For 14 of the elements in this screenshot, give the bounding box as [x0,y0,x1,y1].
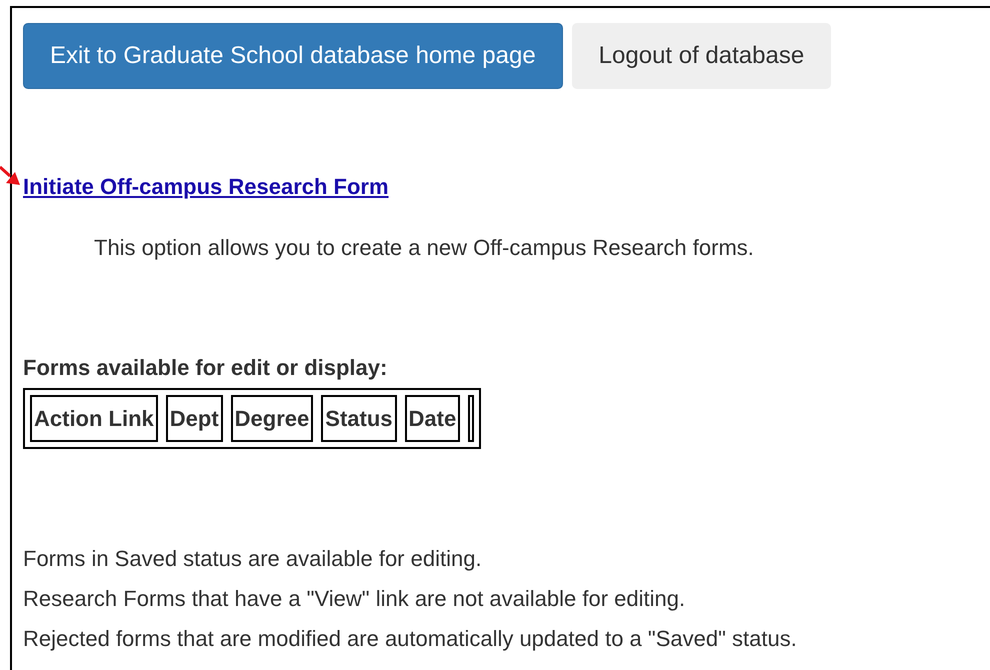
forms-heading: Forms available for edit or display: [23,354,388,382]
column-header: Dept [166,395,223,442]
note-text: Forms in Saved status are available for editing. [23,545,483,573]
description-text: This option allows you to create a new Off-campus Research forms. [94,234,755,262]
column-header: Date [404,395,460,442]
column-header: Status [321,395,397,442]
note-text: Rejected forms that are modified are automatically updated to a "Saved" status. [23,625,798,653]
column-header: Action Link [30,395,158,442]
exit-home-button[interactable]: Exit to Graduate School database home page [23,23,563,89]
column-header: Degree [230,395,314,442]
arrow-icon [0,163,22,187]
logout-button[interactable]: Logout of database [572,23,832,89]
initiate-form-link[interactable]: Initiate Off-campus Research Form [23,174,389,199]
note-text: Research Forms that have a "View" link are not available for editing. [23,585,686,613]
